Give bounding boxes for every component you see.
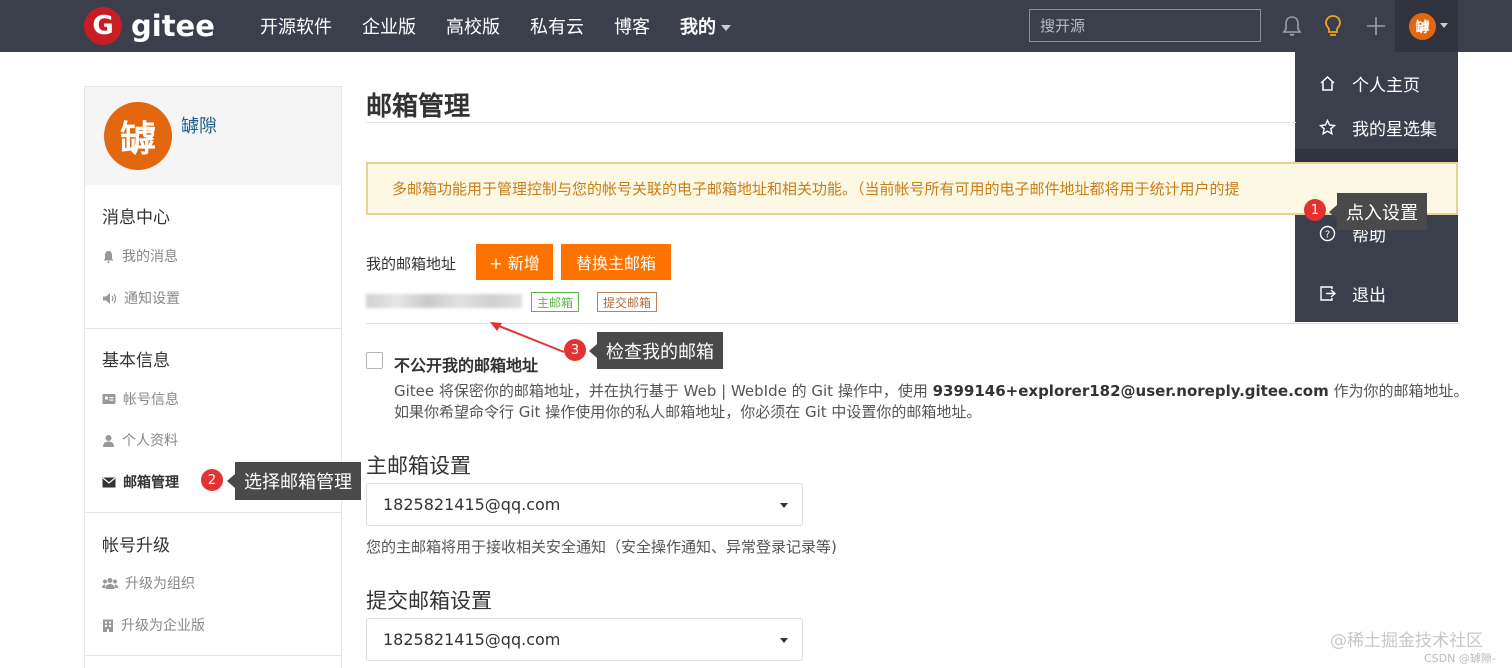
sidebar-item-label: 升级为组织 xyxy=(125,576,195,592)
main-nav: 开源软件 企业版 高校版 私有云 博客 我的 xyxy=(260,0,761,52)
plus-icon[interactable] xyxy=(1363,12,1389,40)
nav-private-cloud[interactable]: 私有云 xyxy=(530,13,584,39)
section-title-basic-info: 基本信息 xyxy=(102,351,170,371)
gitee-logo-mark: G xyxy=(84,7,122,45)
bell-icon xyxy=(103,250,114,263)
sidebar-item-notification-settings[interactable]: 通知设置 xyxy=(102,288,180,308)
sidebar-item-account-info[interactable]: 帐号信息 xyxy=(102,389,179,409)
sidebar-item-label: 我的消息 xyxy=(122,249,178,265)
sidebar-item-my-messages[interactable]: 我的消息 xyxy=(102,246,178,266)
primary-email-badge: 主邮箱 xyxy=(531,292,580,312)
logout-icon xyxy=(1320,285,1336,301)
noreply-email: 9399146+explorer182@user.noreply.gitee.c… xyxy=(932,382,1329,400)
sidebar-item-profile[interactable]: 个人资料 xyxy=(102,430,178,450)
building-icon xyxy=(103,619,113,632)
annotation-badge-3: 3 xyxy=(564,339,586,361)
sidebar-item-upgrade-org[interactable]: 升级为组织 xyxy=(102,573,195,593)
settings-sidebar: 罅 罅隙 消息中心 我的消息 通知设置 基本信息 帐号信息 个人资料 邮箱管理 … xyxy=(84,86,342,668)
annotation-callout-3: 检查我的邮箱 xyxy=(589,332,723,369)
nav-mine[interactable]: 我的 xyxy=(680,13,731,39)
nav-enterprise[interactable]: 企业版 xyxy=(362,13,416,39)
private-email-description-2: 如果你希望命令行 Git 操作使用你的私人邮箱地址，你必须在 Git 中设置你的… xyxy=(394,403,982,421)
search-input[interactable] xyxy=(1029,9,1261,42)
menu-item-logout[interactable]: 退出 xyxy=(1295,271,1458,315)
section-title-upgrade: 帐号升级 xyxy=(102,536,170,556)
annotation-badge-1: 1 xyxy=(1304,199,1326,221)
question-icon: ? xyxy=(1319,225,1336,241)
users-icon xyxy=(102,578,118,589)
sidebar-item-upgrade-enterprise[interactable]: 升级为企业版 xyxy=(102,615,205,635)
username-link[interactable]: 罅隙 xyxy=(181,112,217,138)
watermark: @稀土掘金技术社区 xyxy=(1330,631,1483,651)
nav-education[interactable]: 高校版 xyxy=(446,13,500,39)
chevron-down-icon xyxy=(721,25,731,31)
menu-item-label: 我的星选集 xyxy=(1352,119,1437,140)
sidebar-item-label: 通知设置 xyxy=(124,291,180,307)
menu-item-label: 个人主页 xyxy=(1352,75,1420,96)
sidebar-item-email-management[interactable]: 邮箱管理 xyxy=(102,472,179,492)
sidebar-divider xyxy=(85,655,341,656)
home-icon xyxy=(1320,75,1335,91)
commit-email-select[interactable]: 1825821415@qq.com xyxy=(366,618,803,661)
section-title-messages: 消息中心 xyxy=(102,208,170,228)
primary-email-select[interactable]: 1825821415@qq.com xyxy=(366,483,803,526)
bell-icon[interactable] xyxy=(1279,12,1305,40)
commit-email-badge: 提交邮箱 xyxy=(597,292,658,312)
user-icon xyxy=(103,434,114,447)
profile-card: 罅 罅隙 xyxy=(85,87,341,185)
chevron-down-icon xyxy=(1440,23,1448,28)
sidebar-item-label: 邮箱管理 xyxy=(123,475,179,491)
annotation-callout-1: 点入设置 xyxy=(1329,193,1427,230)
sidebar-item-label: 个人资料 xyxy=(122,433,178,449)
replace-primary-email-button[interactable]: 替换主邮箱 xyxy=(561,244,671,280)
desc-text: Gitee 将保密你的邮箱地址，并在执行基于 Web | WebIde 的 Gi… xyxy=(394,382,933,400)
annotation-callout-2: 选择邮箱管理 xyxy=(227,462,361,500)
sidebar-divider xyxy=(85,512,341,513)
commit-email-value: 1825821415@qq.com xyxy=(383,630,561,649)
page-title: 邮箱管理 xyxy=(366,92,471,122)
mail-icon xyxy=(102,477,116,487)
primary-email-hint: 您的主邮箱将用于接收相关安全通知（安全操作通知、异常登录记录等) xyxy=(366,538,837,556)
blurred-email-address xyxy=(366,294,522,308)
private-email-checkbox[interactable] xyxy=(366,352,383,369)
menu-item-label: 退出 xyxy=(1352,285,1386,306)
primary-email-value: 1825821415@qq.com xyxy=(383,495,561,514)
sidebar-item-label: 升级为企业版 xyxy=(121,618,205,634)
star-icon xyxy=(1319,118,1336,135)
caret-down-icon xyxy=(780,503,788,508)
nav-mine-label: 我的 xyxy=(680,17,716,38)
title-divider xyxy=(366,122,1296,123)
nav-blog[interactable]: 博客 xyxy=(614,13,650,39)
commit-email-heading: 提交邮箱设置 xyxy=(366,589,492,613)
primary-email-heading: 主邮箱设置 xyxy=(366,454,471,478)
watermark-csdn: CSDN @罅隙- xyxy=(1424,652,1496,665)
sidebar-divider xyxy=(85,328,341,329)
volume-icon xyxy=(103,292,117,304)
info-notice: 多邮箱功能用于管理控制与您的帐号关联的电子邮箱地址和相关功能。（当前帐号所有可用… xyxy=(366,162,1458,215)
gitee-logo-text: gitee xyxy=(131,9,215,43)
annotation-arrow xyxy=(490,322,565,353)
menu-item-homepage[interactable]: 个人主页 xyxy=(1295,61,1458,105)
sidebar-item-label: 帐号信息 xyxy=(123,392,179,408)
email-address-label: 我的邮箱地址 xyxy=(366,255,457,273)
gitee-logo[interactable]: G gitee xyxy=(84,7,215,45)
avatar[interactable]: 罅 xyxy=(1409,13,1436,40)
caret-down-icon xyxy=(780,638,788,643)
private-email-description: Gitee 将保密你的邮箱地址，并在执行基于 Web | WebIde 的 Gi… xyxy=(394,380,1469,401)
add-email-button[interactable]: + 新增 xyxy=(476,244,553,280)
nav-open-source[interactable]: 开源软件 xyxy=(260,13,332,39)
lightbulb-icon[interactable] xyxy=(1320,12,1346,40)
avatar[interactable]: 罅 xyxy=(104,102,172,170)
svg-text:?: ? xyxy=(1325,229,1330,240)
id-card-icon xyxy=(102,394,116,404)
menu-item-collections[interactable]: 我的星选集 xyxy=(1295,105,1458,149)
annotation-badge-2: 2 xyxy=(201,469,223,491)
desc-text: 作为你的邮箱地址。 xyxy=(1328,382,1469,400)
